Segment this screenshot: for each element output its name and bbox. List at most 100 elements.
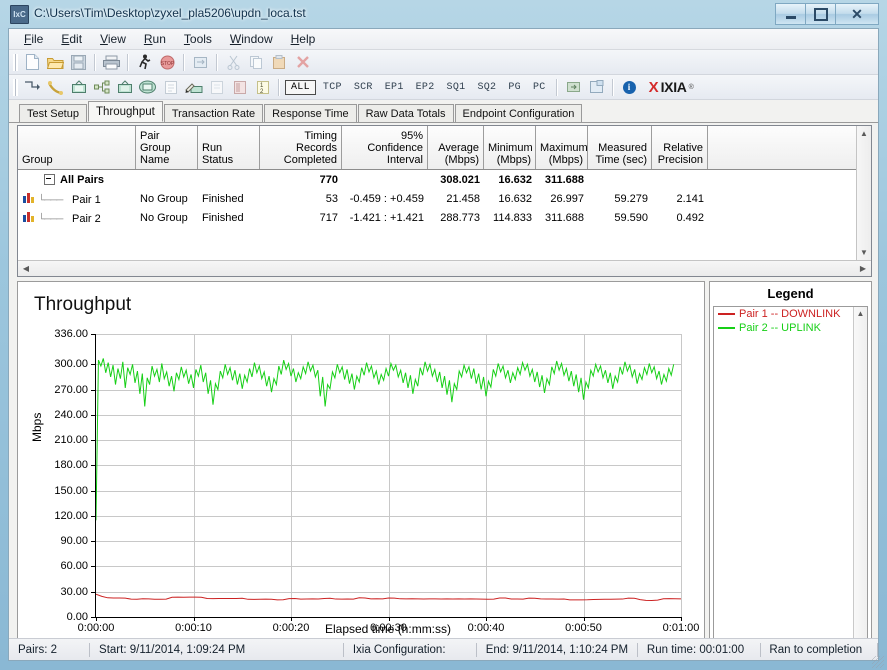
status-run-time: Run time: 00:01:00 bbox=[646, 643, 745, 656]
save-icon[interactable] bbox=[68, 52, 89, 72]
tree-line: └─── bbox=[38, 194, 63, 206]
menu-item-window[interactable]: Window bbox=[221, 30, 282, 48]
legend-vertical-scrollbar[interactable]: ▲ bbox=[853, 307, 867, 639]
cell-relative-precision: 2.141 bbox=[676, 192, 704, 205]
menu-item-help[interactable]: Help bbox=[282, 30, 325, 48]
close-button[interactable]: ✕ bbox=[835, 3, 879, 25]
menu-item-tools[interactable]: Tools bbox=[175, 30, 221, 48]
minimize-button[interactable] bbox=[775, 3, 805, 25]
protocol-filter-pc[interactable]: PC bbox=[528, 81, 551, 94]
table-header-pair-group[interactable]: Pair Group Name bbox=[136, 126, 198, 169]
report-icon[interactable] bbox=[586, 77, 607, 97]
stop-icon[interactable]: STOP bbox=[157, 52, 178, 72]
toolbar-primary: STOP bbox=[9, 50, 878, 75]
tab-transaction-rate[interactable]: Transaction Rate bbox=[163, 104, 264, 122]
tab-test-setup[interactable]: Test Setup bbox=[19, 104, 87, 122]
protocol-filter-sq1[interactable]: SQ1 bbox=[442, 81, 471, 94]
sort-icon[interactable]: 12 bbox=[252, 77, 273, 97]
scroll-right-arrow[interactable]: ▶ bbox=[855, 264, 871, 273]
protocol-filter-all[interactable]: ALL bbox=[285, 79, 316, 95]
protocol-filter-tcp[interactable]: TCP bbox=[318, 81, 347, 94]
table-header-blank[interactable] bbox=[708, 126, 863, 169]
menu-item-edit[interactable]: Edit bbox=[52, 30, 91, 48]
delete-icon[interactable] bbox=[292, 52, 313, 72]
add-vo-ip-pair-icon[interactable] bbox=[114, 77, 135, 97]
table-header-maximum[interactable]: Maximum (Mbps) bbox=[536, 126, 588, 169]
tab-endpoint-configuration[interactable]: Endpoint Configuration bbox=[454, 104, 583, 122]
protocol-filter-ep2[interactable]: EP2 bbox=[411, 81, 440, 94]
cell-maximum: 311.688 bbox=[545, 211, 584, 224]
cut-icon[interactable] bbox=[223, 52, 244, 72]
add-pair-icon[interactable] bbox=[22, 77, 43, 97]
resize-grip[interactable] bbox=[872, 656, 884, 668]
table-header-95-confidence[interactable]: 95% Confidence Interval bbox=[342, 126, 428, 169]
scroll-left-arrow[interactable]: ◀ bbox=[18, 264, 34, 273]
cell-maximum: 311.688 bbox=[544, 173, 584, 186]
export-icon[interactable] bbox=[563, 77, 584, 97]
legend-scroll-up-arrow[interactable]: ▲ bbox=[854, 307, 867, 321]
tab-throughput[interactable]: Throughput bbox=[87, 101, 163, 122]
edit-script-icon[interactable] bbox=[183, 77, 204, 97]
status-pairs: Pairs: 2 bbox=[18, 643, 57, 656]
legend-item[interactable]: Pair 1 -- DOWNLINK bbox=[714, 307, 867, 321]
maximize-button[interactable] bbox=[805, 3, 835, 25]
table-row[interactable]: └─── Pair 1 No Group Finished 53 -0.459 : +0.… bbox=[18, 189, 871, 208]
table-row[interactable]: └─── Pair 2 No Group Finished 717 -1.421 : +1… bbox=[18, 208, 871, 227]
table-header-measured[interactable]: Measured Time (sec) bbox=[588, 126, 652, 169]
table-header-average[interactable]: Average (Mbps) bbox=[428, 126, 484, 169]
toolbar-grip[interactable] bbox=[13, 53, 18, 71]
cell-average: 308.021 bbox=[440, 173, 480, 186]
chart-y-tick-label: 300.00 bbox=[54, 358, 88, 371]
scroll-up-arrow[interactable]: ▲ bbox=[857, 126, 871, 141]
open-folder-icon[interactable] bbox=[45, 52, 66, 72]
protocol-filter-pg[interactable]: PG bbox=[503, 81, 526, 94]
tab-raw-data-totals[interactable]: Raw Data Totals bbox=[357, 104, 454, 122]
protocol-filter-scr[interactable]: SCR bbox=[349, 81, 378, 94]
pair-label: Pair 1 bbox=[72, 194, 101, 206]
cell-run-status: Finished bbox=[202, 211, 244, 224]
print-icon[interactable] bbox=[101, 52, 122, 72]
table-header-minimum[interactable]: Minimum (Mbps) bbox=[484, 126, 536, 169]
hardware-pair-icon[interactable] bbox=[229, 77, 250, 97]
menu-item-run[interactable]: Run bbox=[135, 30, 175, 48]
run-icon[interactable] bbox=[134, 52, 155, 72]
info-icon[interactable]: i bbox=[619, 77, 640, 97]
ixia-trademark: ® bbox=[688, 83, 694, 91]
scroll-down-arrow[interactable]: ▼ bbox=[857, 245, 871, 260]
status-end-time: End: 9/11/2014, 1:10:24 PM bbox=[485, 643, 629, 656]
bar-chart-icon bbox=[22, 191, 35, 203]
legend-item[interactable]: Pair 2 -- UPLINK bbox=[714, 321, 867, 335]
add-pair-group-icon[interactable] bbox=[91, 77, 112, 97]
protocol-filter-sq2[interactable]: SQ2 bbox=[472, 81, 501, 94]
table-header-timing-records[interactable]: Timing Records Completed bbox=[260, 126, 342, 169]
copy-icon[interactable] bbox=[246, 52, 267, 72]
new-icon[interactable] bbox=[22, 52, 43, 72]
add-pair-phone-icon[interactable] bbox=[45, 77, 66, 97]
menu-item-file[interactable]: FFileile bbox=[15, 30, 52, 48]
edit-pair-icon[interactable] bbox=[160, 77, 181, 97]
legend-color-swatch bbox=[718, 327, 735, 329]
paste-icon[interactable] bbox=[269, 52, 290, 72]
protocol-filter-ep1[interactable]: EP1 bbox=[380, 81, 409, 94]
toolbar-secondary: 12 ALL TCP SCR EP1 EP2 SQ1 SQ2 PG PC i X… bbox=[9, 75, 878, 100]
table-header-relative[interactable]: Relative Precision bbox=[652, 126, 708, 169]
chart-y-tick-label: 210.00 bbox=[54, 434, 88, 447]
collapse-toggle[interactable] bbox=[44, 174, 55, 186]
toolbar-separator bbox=[94, 53, 96, 71]
add-video-pair-icon[interactable] bbox=[137, 77, 158, 97]
tab-response-time[interactable]: Response Time bbox=[264, 104, 357, 122]
chart-title: Throughput bbox=[34, 294, 132, 315]
table-vertical-scrollbar[interactable]: ▲ ▼ bbox=[856, 126, 871, 276]
add-multicast-pair-icon[interactable] bbox=[68, 77, 89, 97]
chart-series-layer bbox=[96, 358, 681, 601]
table-header-group[interactable]: Group bbox=[18, 126, 136, 169]
cell-average: 288.773 bbox=[440, 211, 480, 224]
toolbar-grip[interactable] bbox=[13, 78, 18, 96]
copy-pair-icon[interactable] bbox=[206, 77, 227, 97]
table-row[interactable]: All Pairs 770 308.021 16.632 311.688 bbox=[18, 170, 871, 189]
table-horizontal-scrollbar[interactable]: ◀ ▶ bbox=[18, 260, 871, 276]
table-header-run-status[interactable]: Run Status bbox=[198, 126, 260, 169]
menu-item-view[interactable]: View bbox=[91, 30, 135, 48]
refresh-icon[interactable] bbox=[190, 52, 211, 72]
cell-minimum: 114.833 bbox=[493, 211, 532, 224]
